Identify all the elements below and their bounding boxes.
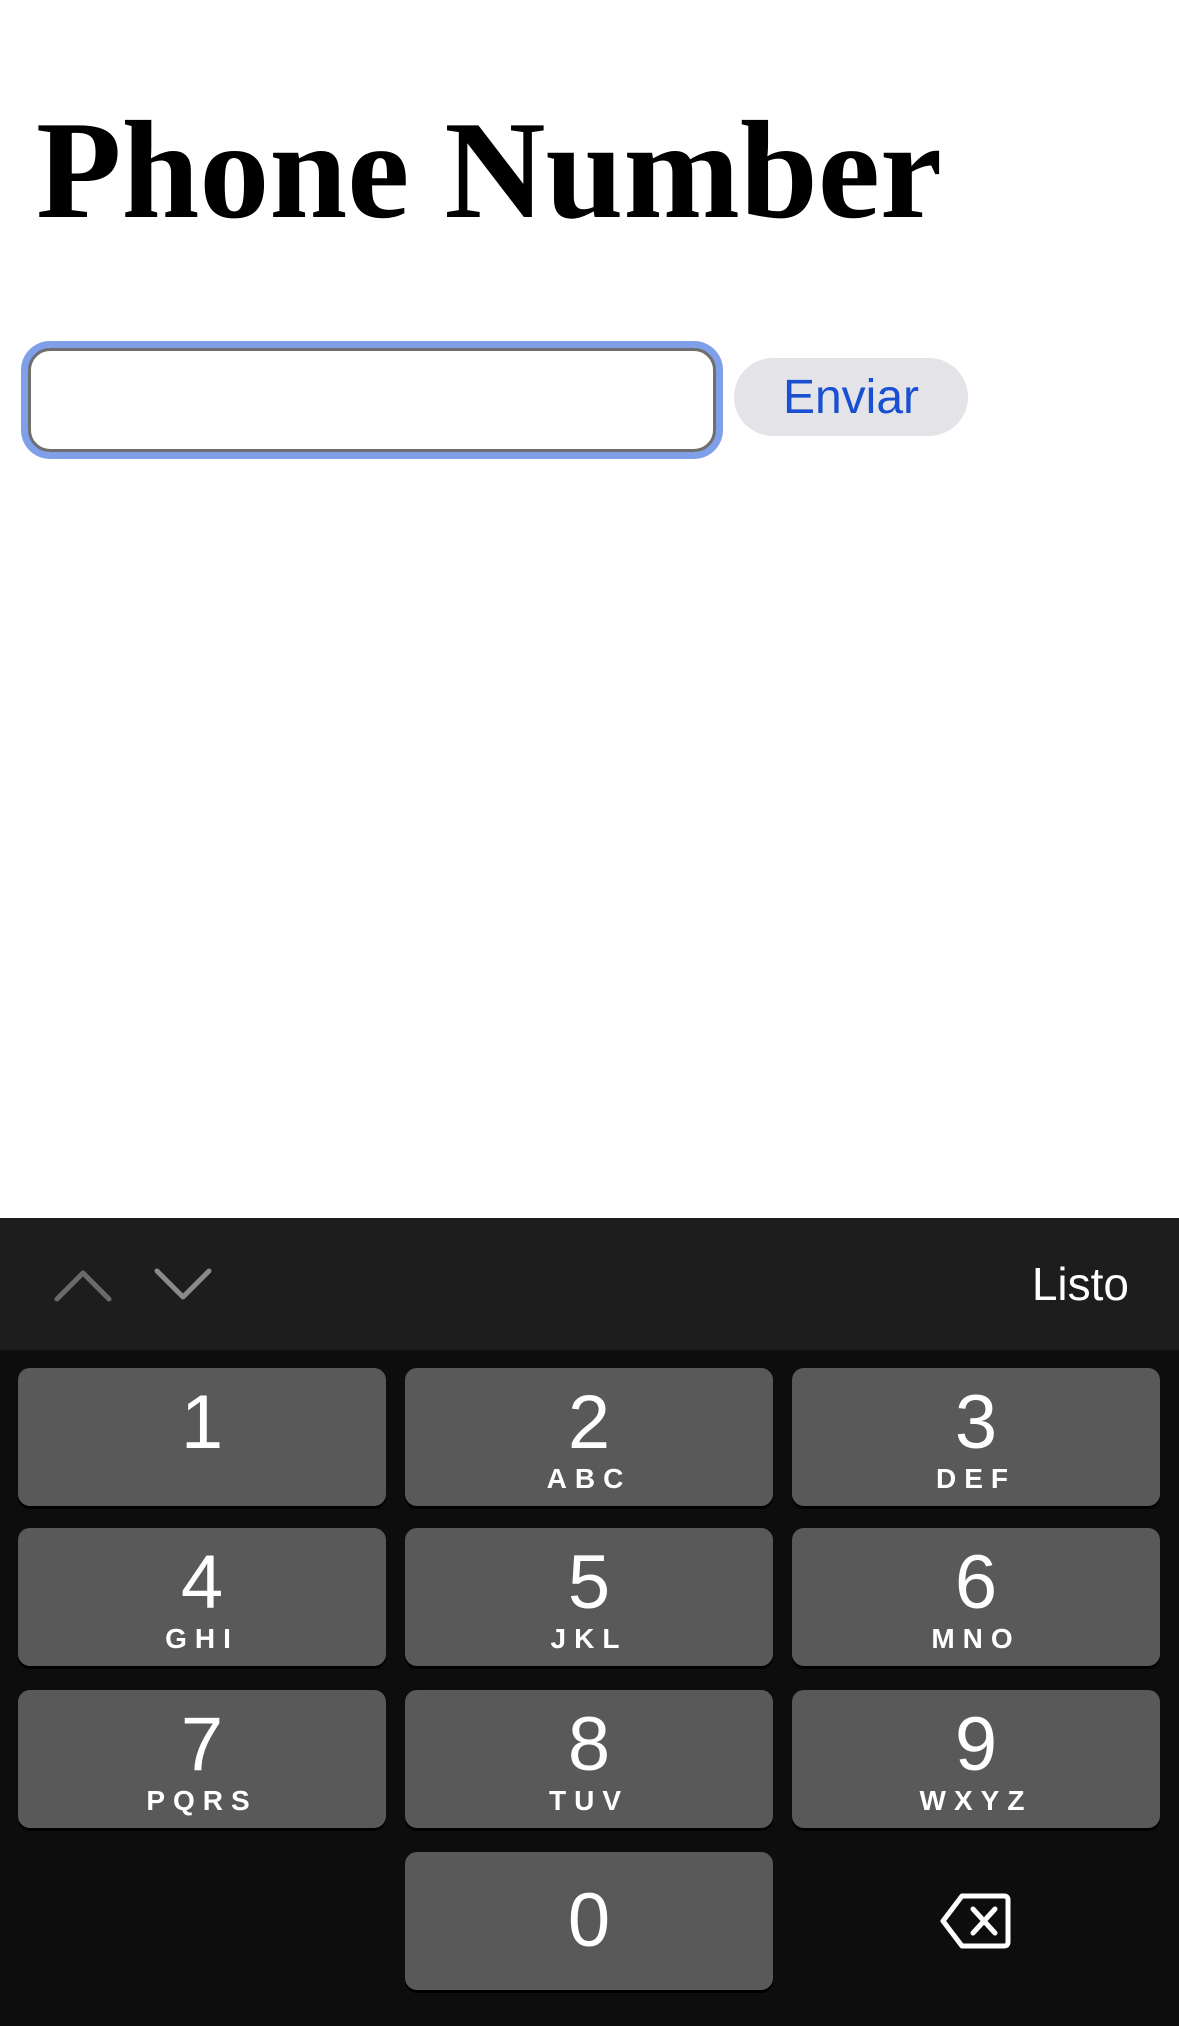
key-digit: 9 — [954, 1702, 998, 1787]
key-4[interactable]: 4 GHI — [18, 1528, 386, 1666]
key-digit: 7 — [180, 1702, 224, 1787]
key-digit: 6 — [954, 1540, 998, 1625]
key-9[interactable]: 9 WXYZ — [792, 1690, 1160, 1828]
key-digit: 0 — [567, 1878, 611, 1963]
key-letters: TUV — [549, 1785, 629, 1816]
delete-key[interactable] — [792, 1852, 1160, 1990]
submit-button[interactable]: Enviar — [734, 358, 968, 436]
key-letters: DEF — [936, 1463, 1016, 1494]
key-8[interactable]: 8 TUV — [405, 1690, 773, 1828]
key-letters: PQRS — [146, 1785, 258, 1816]
key-2[interactable]: 2 ABC — [405, 1368, 773, 1506]
page-title: Phone Number — [36, 93, 943, 248]
key-digit: 3 — [954, 1380, 998, 1465]
key-letters: WXYZ — [919, 1785, 1033, 1816]
key-letters: MNO — [931, 1623, 1021, 1654]
chevron-up-icon[interactable] — [48, 1250, 118, 1320]
chevron-down-icon[interactable] — [148, 1250, 218, 1320]
backspace-icon — [940, 1893, 1011, 1949]
keyboard-accessory-bar: Listo — [0, 1218, 1179, 1350]
numeric-keyboard: Listo 1 2 ABC 3 DEF 4 GHI 5 JKL 6 MNO 7 … — [0, 1218, 1179, 2026]
key-5[interactable]: 5 JKL — [405, 1528, 773, 1666]
key-letters: GHI — [165, 1623, 239, 1654]
key-0[interactable]: 0 — [405, 1852, 773, 1990]
key-letters: ABC — [546, 1463, 632, 1494]
key-6[interactable]: 6 MNO — [792, 1528, 1160, 1666]
key-3[interactable]: 3 DEF — [792, 1368, 1160, 1506]
key-digit: 5 — [567, 1540, 611, 1625]
key-digit: 2 — [567, 1380, 611, 1465]
key-digit: 4 — [180, 1540, 224, 1625]
key-digit: 1 — [180, 1380, 224, 1465]
key-7[interactable]: 7 PQRS — [18, 1690, 386, 1828]
done-button[interactable]: Listo — [1032, 1246, 1129, 1322]
phone-number-input[interactable] — [28, 348, 716, 452]
key-digit: 8 — [567, 1702, 611, 1787]
key-letters: JKL — [550, 1623, 628, 1654]
key-1[interactable]: 1 — [18, 1368, 386, 1506]
